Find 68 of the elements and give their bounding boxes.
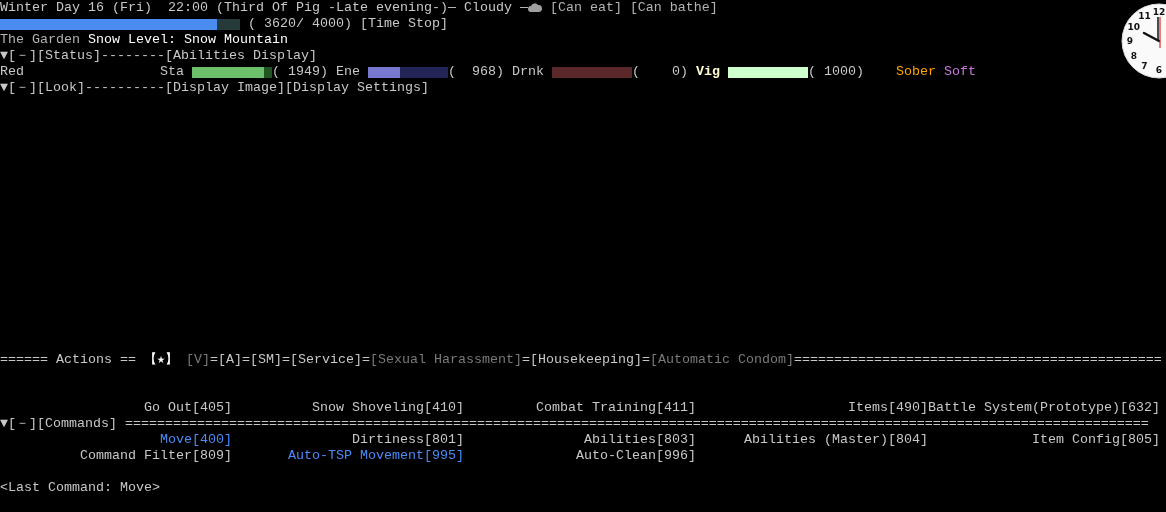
- action-tab[interactable]: [Housekeeping]: [529, 352, 642, 368]
- time-reading: ( 3620/ 4000): [248, 16, 352, 32]
- snow-level-label: Snow Level: Snow Mountain: [88, 32, 288, 48]
- stat-label: Drnk: [512, 64, 544, 80]
- menu-link[interactable]: [Display Settings]: [284, 80, 429, 96]
- stat-label: Sta: [160, 64, 184, 80]
- command-link[interactable]: Go Out[405]: [0, 400, 232, 416]
- action-tab[interactable]: [Service]: [290, 352, 362, 368]
- separator: =: [282, 352, 290, 368]
- command-link[interactable]: Combat Training[411]: [464, 400, 696, 416]
- last-command: <Last Command: Move>: [0, 480, 160, 496]
- menu-link[interactable]: [Display Image]: [165, 80, 285, 96]
- section-title: [Look]: [37, 80, 85, 96]
- clock-numeral: 6: [1155, 65, 1163, 75]
- minute-hand: [1157, 16, 1159, 42]
- clock-numeral: 9: [1126, 36, 1134, 46]
- stat-reading: ( 1949): [272, 64, 328, 80]
- command-link[interactable]: Auto-TSP Movement[995]: [232, 448, 464, 464]
- condition-tag: Sober: [896, 64, 936, 80]
- command-link[interactable]: Items[490]: [696, 400, 928, 416]
- second-hand: [1159, 16, 1161, 49]
- command-link[interactable]: Dirtiness[801]: [232, 432, 464, 448]
- character-name: Red: [0, 64, 25, 80]
- command-link[interactable]: Abilities (Master)[804]: [696, 432, 928, 448]
- separator: =: [521, 352, 530, 368]
- command-link[interactable]: Command Filter[809]: [0, 448, 232, 464]
- dash-rule: ----------: [85, 80, 165, 96]
- clock-numeral: 11: [1138, 10, 1151, 21]
- equals-rule: ================================================================================================================================: [125, 416, 1149, 432]
- stat-reading: ( 1000): [808, 64, 864, 80]
- action-tab[interactable]: [A]: [218, 352, 242, 368]
- collapse-toggle[interactable]: ▼[－]: [0, 80, 37, 96]
- separator: =: [641, 352, 650, 368]
- clock-numeral: 7: [1141, 61, 1148, 72]
- menu-link[interactable]: [Abilities Display]: [165, 48, 317, 64]
- collapse-toggle[interactable]: ▼[－]: [0, 416, 37, 432]
- clock-numeral: 12: [1152, 7, 1166, 17]
- action-tab[interactable]: [SM]: [250, 352, 282, 368]
- separator: =: [362, 352, 370, 368]
- section-title: [Status]: [37, 48, 101, 64]
- location-label: The Garden: [0, 32, 80, 48]
- clock-numeral: 8: [1130, 50, 1137, 61]
- equals-rule: ==============================================: [793, 352, 1162, 368]
- favorite-tab[interactable]: 【★】: [144, 352, 178, 368]
- command-link[interactable]: Snow Shoveling[410]: [232, 400, 464, 416]
- stat-label: Vig: [696, 64, 720, 80]
- command-link[interactable]: Item Config[805]: [928, 432, 1160, 448]
- command-link[interactable]: Move[400]: [0, 432, 232, 448]
- actions-heading: ====== Actions ==: [0, 352, 136, 368]
- cloud-icon: [527, 3, 542, 13]
- stat-label: Ene: [336, 64, 360, 80]
- menu-link[interactable]: [Can bathe]: [629, 0, 718, 16]
- stat-reading: ( 968): [448, 64, 504, 80]
- condition-tag: Soft: [944, 64, 976, 80]
- dash-rule: --------: [101, 48, 165, 64]
- time-stop-link[interactable]: [Time Stop]: [360, 16, 448, 32]
- separator: =: [210, 352, 218, 368]
- collapse-toggle[interactable]: ▼[－]: [0, 48, 37, 64]
- hour-hand: [1142, 31, 1161, 43]
- clock-numeral: 10: [1127, 21, 1141, 32]
- command-link[interactable]: Abilities[803]: [464, 432, 696, 448]
- command-link[interactable]: Battle System(Prototype)[632]: [928, 400, 1160, 416]
- section-title: [Commands]: [37, 416, 117, 432]
- menu-link[interactable]: [Can eat]: [549, 0, 622, 16]
- separator: =: [242, 352, 250, 368]
- command-link[interactable]: Auto-Clean[996]: [464, 448, 696, 464]
- stat-reading: ( 0): [632, 64, 688, 80]
- date-time-weather: Winter Day 16 (Fri) 22:00 (Third Of Pig -Late evening-)— Cloudy —: [0, 0, 528, 16]
